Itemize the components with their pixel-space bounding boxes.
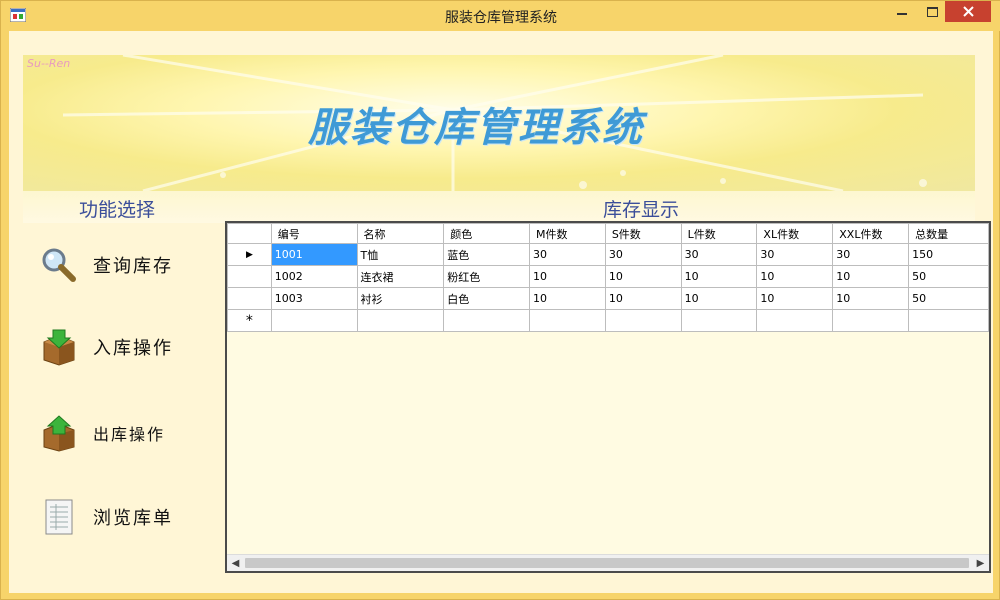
- table-cell[interactable]: 衬衫: [356, 287, 445, 310]
- stock-display-label: 库存显示: [603, 199, 680, 221]
- horizontal-scrollbar[interactable]: ◀ ▶: [227, 554, 989, 571]
- nav-label: 出库操作: [93, 425, 166, 444]
- column-header[interactable]: 编号: [270, 223, 358, 244]
- maximize-button[interactable]: [919, 1, 945, 22]
- table-cell[interactable]: 10: [529, 287, 606, 310]
- table-cell[interactable]: 50: [908, 287, 989, 310]
- table-cell[interactable]: 30: [680, 243, 758, 266]
- table-cell[interactable]: [908, 309, 989, 332]
- window-title: 服装仓库管理系统: [445, 10, 557, 26]
- nav-stock-in[interactable]: 入库操作: [39, 327, 173, 367]
- minimize-button[interactable]: [885, 1, 919, 22]
- table-cell[interactable]: 10: [832, 265, 910, 288]
- table-cell[interactable]: [529, 309, 606, 332]
- table-cell[interactable]: 30: [756, 243, 834, 266]
- banner: Su--Ren 服装仓库管理系统: [23, 55, 975, 191]
- scroll-right-icon[interactable]: ▶: [972, 555, 989, 571]
- scroll-left-icon[interactable]: ◀: [227, 555, 244, 571]
- table-cell[interactable]: 30: [604, 243, 682, 266]
- nav-browse-list[interactable]: 浏览库单: [39, 497, 173, 537]
- nav-label: 入库操作: [93, 338, 173, 359]
- column-header[interactable]: 名称: [356, 223, 445, 244]
- stock-table: 编号 名称 颜色 M件数 S件数 L件数 XL件数 XXL件数 总数量 ▶ 10: [227, 223, 989, 332]
- section-header-bar: [23, 191, 975, 223]
- current-row-indicator[interactable]: ▶: [227, 243, 272, 266]
- title-bar[interactable]: 服装仓库管理系统: [1, 1, 1000, 31]
- grid-corner-cell: [227, 223, 272, 244]
- table-cell[interactable]: 10: [680, 265, 758, 288]
- row-header-cell[interactable]: [227, 287, 272, 310]
- table-row[interactable]: 1003 衬衫 白色 10 10 10 10 10 50: [227, 287, 989, 310]
- table-cell[interactable]: 白色: [443, 287, 531, 310]
- table-cell[interactable]: [832, 309, 910, 332]
- client-area: Su--Ren 服装仓库管理系统 功能选择 库存显示 查询库存 入库操作 出库操…: [9, 31, 993, 593]
- table-cell[interactable]: [270, 309, 358, 332]
- banner-title: 服装仓库管理系统: [308, 104, 644, 151]
- app-window: 服装仓库管理系统 Su--Ren 服装仓库管理系统 功能选择 库存显示 查询库存…: [0, 0, 1000, 600]
- table-cell[interactable]: 10: [756, 287, 834, 310]
- nav-stock-out[interactable]: 出库操作: [39, 413, 165, 453]
- table-cell[interactable]: [604, 309, 682, 332]
- banner-logo: Su--Ren: [27, 57, 71, 70]
- function-select-label: 功能选择: [79, 199, 156, 221]
- nav-label: 查询库存: [93, 256, 173, 277]
- column-header[interactable]: L件数: [680, 223, 758, 244]
- new-row[interactable]: *: [227, 309, 989, 332]
- column-header[interactable]: XL件数: [756, 223, 834, 244]
- document-list-icon: [39, 497, 79, 537]
- column-header[interactable]: S件数: [604, 223, 682, 244]
- column-header[interactable]: M件数: [529, 223, 606, 244]
- column-header[interactable]: XXL件数: [832, 223, 910, 244]
- nav-label: 浏览库单: [93, 508, 173, 529]
- table-cell[interactable]: 1002: [270, 265, 358, 288]
- close-button[interactable]: [945, 1, 991, 22]
- table-cell[interactable]: 1003: [270, 287, 358, 310]
- magnifier-icon: [39, 245, 79, 285]
- table-cell[interactable]: 10: [756, 265, 834, 288]
- maximize-icon: [926, 6, 938, 17]
- close-icon: [962, 6, 974, 17]
- table-cell[interactable]: 50: [908, 265, 989, 288]
- column-header[interactable]: 总数量: [908, 223, 989, 244]
- header-row: 编号 名称 颜色 M件数 S件数 L件数 XL件数 XXL件数 总数量: [227, 223, 989, 244]
- table-cell[interactable]: 150: [908, 243, 989, 266]
- table-cell[interactable]: 30: [832, 243, 910, 266]
- table-cell[interactable]: 蓝色: [443, 243, 531, 266]
- minimize-icon: [897, 12, 907, 15]
- table-cell[interactable]: [680, 309, 758, 332]
- new-row-indicator[interactable]: *: [227, 309, 272, 332]
- table-cell[interactable]: 10: [680, 287, 758, 310]
- row-header-cell[interactable]: [227, 265, 272, 288]
- table-row[interactable]: 1002 连衣裙 粉红色 10 10 10 10 10 50: [227, 265, 989, 288]
- column-header[interactable]: 颜色: [443, 223, 531, 244]
- box-in-icon: [39, 327, 79, 367]
- table-cell[interactable]: 1001: [270, 243, 358, 266]
- table-cell[interactable]: T恤: [356, 243, 445, 266]
- table-row[interactable]: ▶ 1001 T恤 蓝色 30 30 30 30 30 150: [227, 243, 989, 266]
- scrollbar-thumb[interactable]: [245, 558, 969, 568]
- box-out-icon: [39, 413, 79, 453]
- table-cell[interactable]: 10: [832, 287, 910, 310]
- table-cell[interactable]: 连衣裙: [356, 265, 445, 288]
- table-cell[interactable]: 10: [529, 265, 606, 288]
- table-cell[interactable]: [356, 309, 445, 332]
- table-cell[interactable]: 30: [529, 243, 606, 266]
- nav-query-stock[interactable]: 查询库存: [39, 245, 173, 285]
- table-cell[interactable]: 10: [604, 265, 682, 288]
- stock-data-grid[interactable]: 编号 名称 颜色 M件数 S件数 L件数 XL件数 XXL件数 总数量 ▶ 10: [225, 221, 991, 573]
- table-cell[interactable]: 10: [604, 287, 682, 310]
- table-cell[interactable]: [443, 309, 531, 332]
- table-cell[interactable]: 粉红色: [443, 265, 531, 288]
- table-cell[interactable]: [756, 309, 834, 332]
